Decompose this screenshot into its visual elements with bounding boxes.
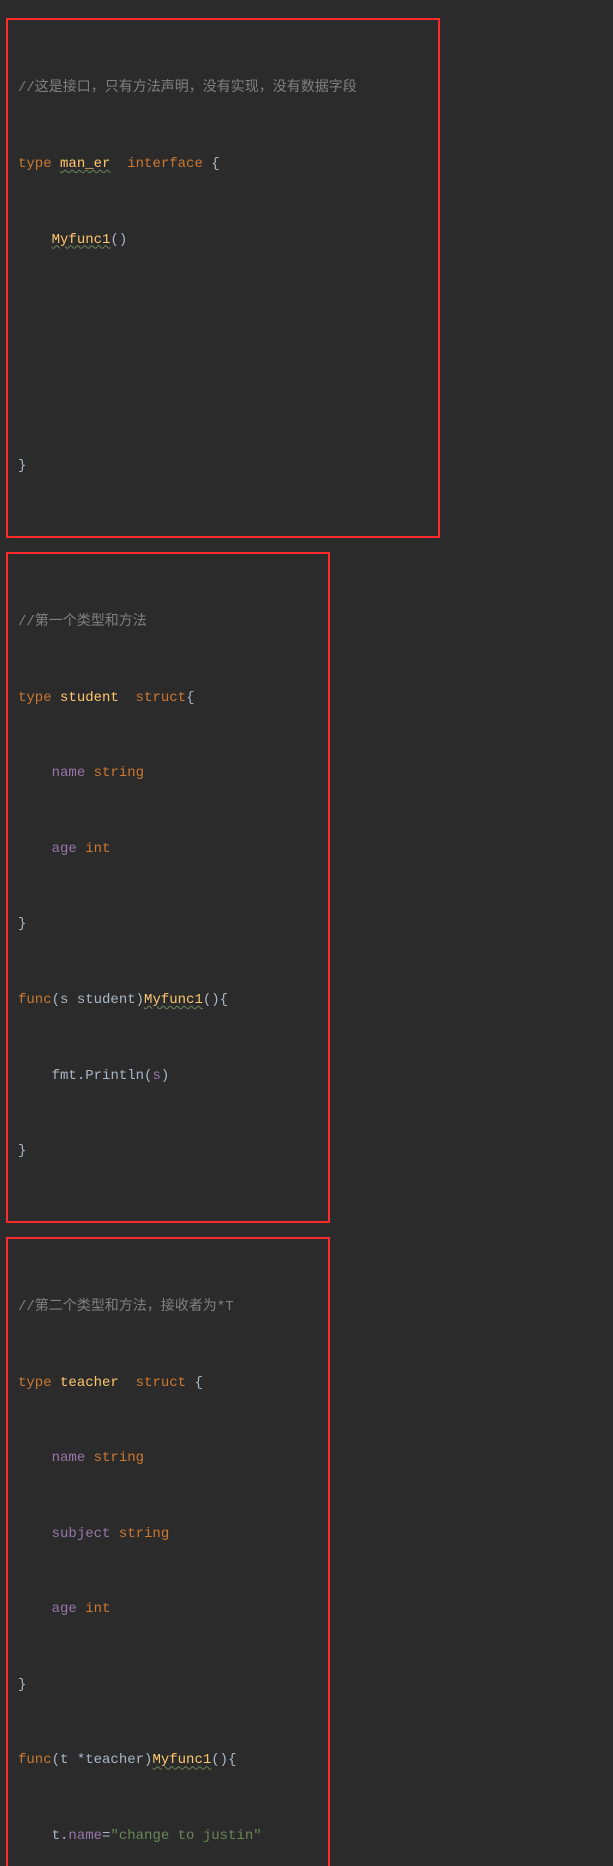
parens: () — [110, 232, 127, 248]
indent — [18, 1526, 52, 1542]
func-call: Println — [85, 1068, 144, 1084]
type-name: teacher — [60, 1375, 119, 1391]
code-line — [18, 379, 428, 404]
code-line: type teacher struct { — [18, 1371, 318, 1396]
brace-open: { — [186, 1375, 203, 1391]
method-name: Myfunc1 — [52, 232, 111, 248]
parens: () — [211, 1752, 228, 1768]
paren-open: ( — [144, 1068, 152, 1084]
code-line: name string — [18, 1446, 318, 1471]
arg: s — [152, 1068, 160, 1084]
code-line: subject string — [18, 1522, 318, 1547]
code-line: //第二个类型和方法，接收者为*T — [18, 1295, 318, 1320]
code-line: type man_er interface { — [18, 152, 428, 177]
brace-open: { — [203, 156, 220, 172]
indent — [18, 765, 52, 781]
field-type: int — [85, 1601, 110, 1617]
code-line: type student struct{ — [18, 686, 318, 711]
code-line: //这是接口，只有方法声明，没有实现，没有数据字段 — [18, 76, 428, 101]
paren-close: ) — [136, 992, 144, 1008]
indent — [18, 1828, 52, 1844]
type-name: student — [60, 690, 119, 706]
indent — [18, 1601, 52, 1617]
field-type: string — [94, 1450, 144, 1466]
code-line: name string — [18, 761, 318, 786]
comment: //第二个类型和方法，接收者为*T — [18, 1299, 234, 1315]
code-line — [18, 303, 428, 328]
indent — [18, 1068, 52, 1084]
indent — [18, 1450, 52, 1466]
code-line: } — [18, 912, 318, 937]
indent — [18, 232, 52, 248]
brace-open: { — [220, 992, 228, 1008]
method-name: Myfunc1 — [152, 1752, 211, 1768]
dot: . — [60, 1828, 68, 1844]
keyword-type: type — [18, 1375, 52, 1391]
field-type: string — [119, 1526, 169, 1542]
keyword-func: func — [18, 1752, 52, 1768]
keyword-type: type — [18, 690, 52, 706]
paren-open: ( — [52, 1752, 60, 1768]
receiver: t *teacher — [60, 1752, 144, 1768]
code-block-student: //第一个类型和方法 type student struct{ name str… — [6, 552, 330, 1223]
brace-close: } — [18, 1677, 26, 1693]
code-line: age int — [18, 1597, 318, 1622]
paren-close: ) — [161, 1068, 169, 1084]
code-line: } — [18, 1673, 318, 1698]
field-name: age — [52, 1601, 77, 1617]
brace-open: { — [186, 690, 194, 706]
code-line: Myfunc1() — [18, 228, 428, 253]
code-line: } — [18, 454, 428, 479]
package-name: fmt — [52, 1068, 77, 1084]
paren-open: ( — [52, 992, 60, 1008]
comment: //这是接口，只有方法声明，没有实现，没有数据字段 — [18, 80, 357, 96]
brace-close: } — [18, 916, 26, 932]
brace-open: { — [228, 1752, 236, 1768]
comment: //第一个类型和方法 — [18, 614, 147, 630]
keyword-func: func — [18, 992, 52, 1008]
op-eq: = — [102, 1828, 110, 1844]
brace-close: } — [18, 458, 26, 474]
string-literal: "change to justin" — [110, 1828, 261, 1844]
dot: . — [77, 1068, 85, 1084]
field-name: name — [52, 1450, 86, 1466]
code-line: fmt.Println(s) — [18, 1064, 318, 1089]
code-line: t.name="change to justin" — [18, 1824, 318, 1849]
code-editor[interactable]: //这是接口，只有方法声明，没有实现，没有数据字段 type man_er in… — [0, 0, 613, 1866]
method-name: Myfunc1 — [144, 992, 203, 1008]
keyword-type: type — [18, 156, 52, 172]
field-type: string — [94, 765, 144, 781]
keyword-struct: struct — [136, 1375, 186, 1391]
code-block-teacher: //第二个类型和方法，接收者为*T type teacher struct { … — [6, 1237, 330, 1866]
paren-close: ) — [144, 1752, 152, 1768]
keyword-struct: struct — [136, 690, 186, 706]
parens: () — [203, 992, 220, 1008]
field-name: subject — [52, 1526, 111, 1542]
code-line: func(t *teacher)Myfunc1(){ — [18, 1748, 318, 1773]
field-name: name — [52, 765, 86, 781]
indent — [18, 841, 52, 857]
field-name: age — [52, 841, 77, 857]
var: t — [52, 1828, 60, 1844]
type-name: man_er — [60, 156, 110, 172]
code-line: //第一个类型和方法 — [18, 610, 318, 635]
field-name: name — [68, 1828, 102, 1844]
code-line: func(s student)Myfunc1(){ — [18, 988, 318, 1013]
field-type: int — [85, 841, 110, 857]
code-line: age int — [18, 837, 318, 862]
code-line: } — [18, 1139, 318, 1164]
brace-close: } — [18, 1143, 26, 1159]
code-block-interface: //这是接口，只有方法声明，没有实现，没有数据字段 type man_er in… — [6, 18, 440, 538]
keyword-interface: interface — [127, 156, 203, 172]
receiver: s student — [60, 992, 136, 1008]
